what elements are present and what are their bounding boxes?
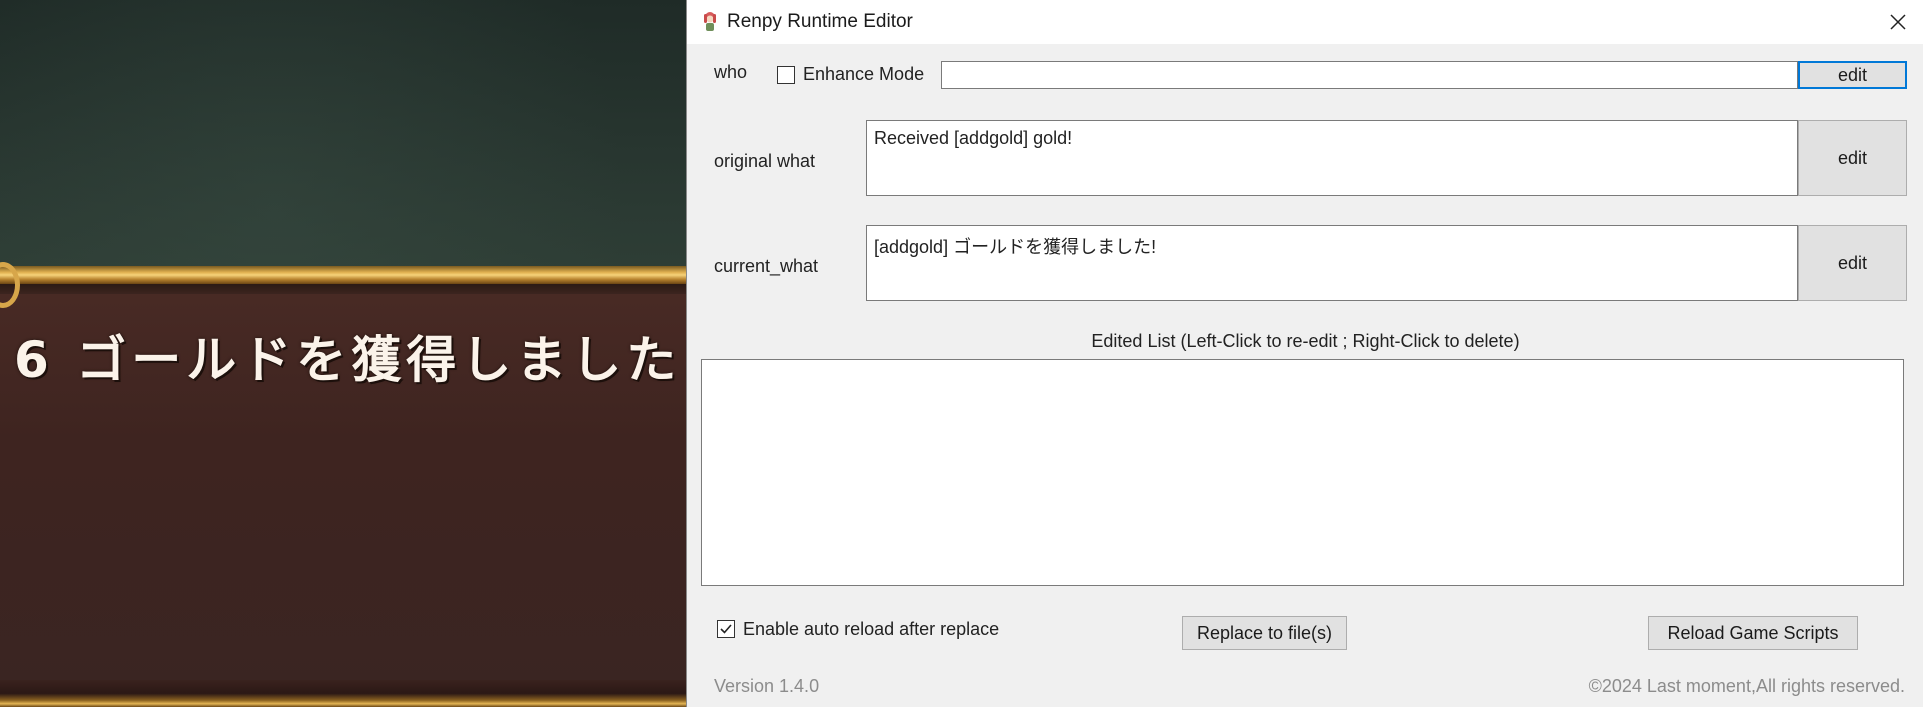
current-what-label: current_what (714, 256, 819, 276)
original-what-textarea[interactable]: Received [addgold] gold! (866, 120, 1798, 196)
copyright-text: ©2024 Last moment,All rights reserved. (1588, 676, 1905, 696)
dialog-border-bottom (0, 680, 686, 707)
enhance-mode-label[interactable]: Enhance Mode (803, 64, 924, 85)
auto-reload-label[interactable]: Enable auto reload after replace (743, 619, 999, 640)
auto-reload-checkbox[interactable] (717, 620, 735, 638)
game-dialogue-text: 6 ゴールドを獲得しました! (14, 331, 709, 389)
reload-game-scripts-button[interactable]: Reload Game Scripts (1648, 616, 1858, 650)
version-text: Version 1.4.0 (714, 676, 820, 696)
close-icon (1890, 14, 1906, 30)
editor-window: Renpy Runtime Editor who Enhance Mode ed… (686, 0, 1923, 707)
close-button[interactable] (1881, 6, 1915, 38)
check-icon (720, 624, 732, 634)
dialog-inner-line (0, 284, 686, 294)
original-what-edit-button[interactable]: edit (1798, 120, 1907, 196)
who-input[interactable] (941, 61, 1798, 89)
enhance-mode-checkbox[interactable] (777, 66, 795, 84)
edited-list-header: Edited List (Left-Click to re-edit ; Rig… (1091, 331, 1520, 351)
current-what-textarea[interactable]: [addgold] ゴールドを獲得しました! (866, 225, 1798, 301)
who-label: who (714, 62, 748, 82)
character-icon (704, 12, 716, 31)
replace-to-files-button[interactable]: Replace to file(s) (1182, 616, 1347, 650)
dialog-border-top (0, 266, 686, 284)
who-edit-button[interactable]: edit (1798, 61, 1907, 89)
edited-list[interactable] (701, 359, 1904, 586)
window-title: Renpy Runtime Editor (727, 11, 913, 32)
current-what-edit-button[interactable]: edit (1798, 225, 1907, 301)
original-what-label: original what (714, 151, 816, 171)
title-bar[interactable]: Renpy Runtime Editor (687, 0, 1923, 44)
